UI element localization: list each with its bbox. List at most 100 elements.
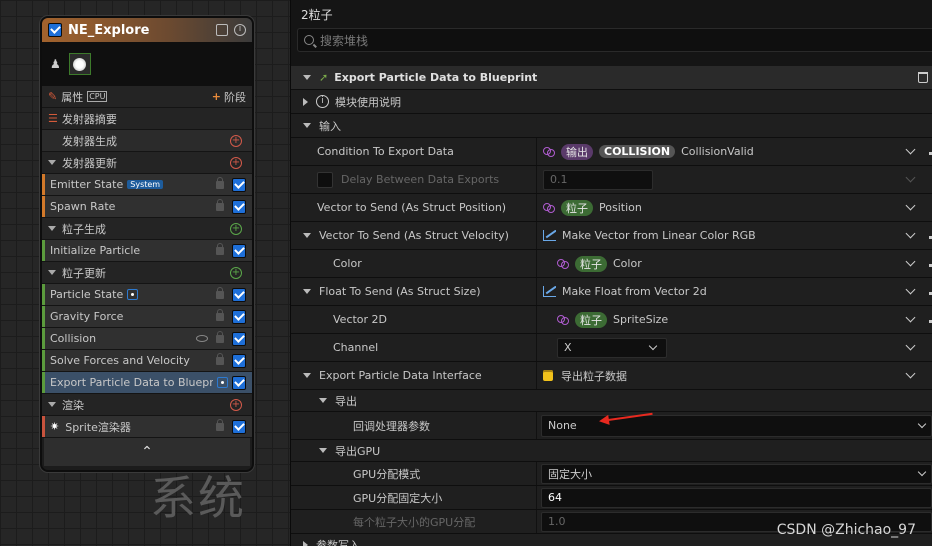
chevron-down-icon[interactable]	[905, 144, 916, 154]
summary-row[interactable]: ☰ 发射器摘要	[42, 108, 252, 130]
module-gravity-force[interactable]: Gravity Force	[42, 306, 252, 328]
collapse-icon[interactable]	[303, 373, 311, 378]
float-size-value[interactable]: Make Float from Vector 2d	[562, 285, 707, 298]
chevron-down-icon[interactable]	[905, 368, 916, 378]
add-renderer-icon[interactable]: +	[230, 398, 242, 411]
person-icon[interactable]: ♟	[50, 57, 61, 71]
chevron-down-icon[interactable]	[905, 200, 916, 210]
module-enable-checkbox[interactable]	[232, 375, 246, 390]
add-module-icon[interactable]: +	[230, 156, 242, 169]
module-enable-checkbox[interactable]	[232, 331, 246, 346]
module-spawn-rate[interactable]: Spawn Rate	[42, 196, 252, 218]
channel-row[interactable]: Channel X	[291, 334, 932, 362]
inputs-category[interactable]: 输入	[291, 114, 932, 138]
collapse-icon[interactable]	[303, 123, 311, 128]
module-collision[interactable]: Collision	[42, 328, 252, 350]
float-size-row[interactable]: Float To Send (As Struct Size) Make Floa…	[291, 278, 932, 306]
color-row[interactable]: Color 粒子 Color	[291, 250, 932, 278]
add-module-icon[interactable]: +	[230, 266, 242, 279]
module-solve-forces[interactable]: Solve Forces and Velocity	[42, 350, 252, 372]
module-enable-checkbox[interactable]	[232, 177, 246, 192]
color-value[interactable]: Color	[613, 257, 642, 270]
open-icon[interactable]	[216, 24, 228, 36]
emitter-thumbnail[interactable]	[68, 53, 91, 75]
condition-row[interactable]: Condition To Export Data 输出 COLLISION Co…	[291, 138, 932, 166]
module-sprite-renderer[interactable]: ✷ Sprite渲染器	[42, 416, 252, 438]
delay-enable-checkbox[interactable]	[317, 171, 333, 188]
eye-icon[interactable]	[196, 335, 208, 342]
interface-row[interactable]: Export Particle Data Interface 导出粒子数据	[291, 362, 932, 390]
particle-update-section[interactable]: 粒子更新 +	[42, 262, 252, 284]
particle-spawn-section[interactable]: 粒子生成 +	[42, 218, 252, 240]
module-enable-checkbox[interactable]	[232, 287, 246, 302]
emitter-spawn-section[interactable]: 发射器生成 +	[42, 130, 252, 152]
chevron-down-icon[interactable]	[905, 312, 916, 322]
collapse-icon[interactable]	[48, 160, 56, 165]
collapse-icon[interactable]	[319, 448, 327, 453]
add-module-icon[interactable]: +	[230, 134, 242, 147]
panel-title: 2粒子	[301, 8, 333, 22]
module-label: Initialize Particle	[50, 244, 141, 257]
module-export-particle-data[interactable]: Export Particle Data to Blueprint	[42, 372, 252, 394]
module-enable-checkbox[interactable]	[232, 243, 246, 258]
render-section[interactable]: 渲染 +	[42, 394, 252, 416]
collapse-node-button[interactable]: ⌃	[44, 438, 250, 466]
chevron-down-icon[interactable]	[905, 256, 916, 266]
emitter-enable-checkbox[interactable]	[48, 23, 62, 37]
module-initialize-particle[interactable]: Initialize Particle	[42, 240, 252, 262]
module-description-row[interactable]: i 模块使用说明	[291, 90, 932, 114]
add-module-icon[interactable]: +	[230, 222, 242, 235]
search-input[interactable]: 搜索堆栈	[297, 28, 932, 52]
expand-icon[interactable]	[303, 540, 308, 546]
emitter-node[interactable]: NE_Explore i ♟ ✎ 属性 CPU + 阶段 ☰ 发射器摘要 发射器…	[40, 16, 254, 472]
vector2d-row[interactable]: Vector 2D 粒子 SpriteSize	[291, 306, 932, 334]
delay-row[interactable]: Delay Between Data Exports 0.1	[291, 166, 932, 194]
gpu-fixed-row[interactable]: GPU分配固定大小 64	[291, 486, 932, 510]
module-emitter-state[interactable]: Emitter State System	[42, 174, 252, 196]
delay-input[interactable]: 0.1	[543, 169, 653, 190]
module-enable-checkbox[interactable]	[232, 309, 246, 324]
chevron-down-icon[interactable]	[905, 228, 916, 238]
gpu-fixed-input[interactable]: 64	[541, 487, 932, 508]
export-category[interactable]: 导出	[291, 390, 932, 412]
export-gpu-category[interactable]: 导出GPU	[291, 440, 932, 462]
chevron-down-icon[interactable]	[905, 284, 916, 294]
vector-position-value[interactable]: Position	[599, 201, 642, 214]
delete-icon[interactable]	[918, 72, 928, 83]
gpu-mode-row[interactable]: GPU分配模式 固定大小	[291, 462, 932, 486]
expand-icon[interactable]	[303, 97, 308, 106]
gpu-mode-dropdown[interactable]: 固定大小	[541, 463, 932, 484]
collapse-icon[interactable]	[303, 289, 311, 294]
callback-row[interactable]: 回调处理器参数 None	[291, 412, 932, 440]
collapse-icon[interactable]	[303, 75, 311, 80]
info-icon[interactable]: i	[234, 24, 246, 36]
module-enable-checkbox[interactable]	[232, 199, 246, 214]
collapse-icon[interactable]	[303, 233, 311, 238]
vector-velocity-row[interactable]: Vector To Send (As Struct Velocity) Make…	[291, 222, 932, 250]
module-particle-state[interactable]: Particle State	[42, 284, 252, 306]
add-stage-icon[interactable]: +	[212, 90, 221, 103]
module-label: Particle State	[50, 288, 124, 301]
collapse-icon[interactable]	[319, 398, 327, 403]
collision-pill: COLLISION	[599, 145, 676, 158]
particle-pill: 粒子	[575, 255, 607, 272]
channel-dropdown[interactable]: X	[557, 337, 667, 358]
chevron-down-icon[interactable]	[905, 340, 916, 350]
collapse-icon[interactable]	[48, 270, 56, 275]
export-gpu-label: 导出GPU	[335, 444, 381, 458]
module-header[interactable]: ➚ Export Particle Data to Blueprint	[291, 66, 932, 90]
module-enable-checkbox[interactable]	[232, 419, 246, 434]
properties-row[interactable]: ✎ 属性 CPU + 阶段	[42, 86, 252, 108]
stage-label[interactable]: 阶段	[224, 89, 246, 105]
vector2d-value[interactable]: SpriteSize	[613, 313, 668, 326]
condition-value[interactable]: CollisionValid	[681, 145, 754, 158]
emitter-update-section[interactable]: 发射器更新 +	[42, 152, 252, 174]
module-enable-checkbox[interactable]	[232, 353, 246, 368]
collapse-icon[interactable]	[48, 226, 56, 231]
interface-value[interactable]: 导出粒子数据	[561, 368, 627, 384]
vector-velocity-value[interactable]: Make Vector from Linear Color RGB	[562, 229, 756, 242]
link-icon	[543, 202, 555, 213]
vector-position-row[interactable]: Vector to Send (As Struct Position) 粒子 P…	[291, 194, 932, 222]
collapse-icon[interactable]	[48, 402, 56, 407]
node-header[interactable]: NE_Explore i	[42, 18, 252, 42]
